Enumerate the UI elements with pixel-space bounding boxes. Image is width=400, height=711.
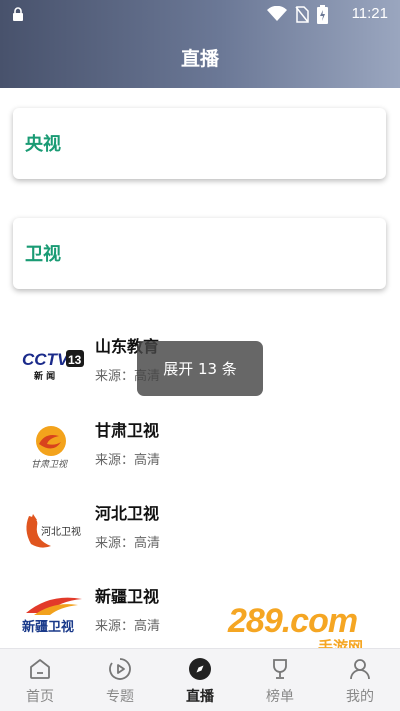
trophy-icon <box>273 659 287 679</box>
clock: 11:21 <box>351 5 388 22</box>
play-circle-icon <box>109 658 131 680</box>
channel-source: 来源：高清 <box>95 536 161 551</box>
status-bar: 11:21 <box>0 0 400 28</box>
category-label: 央视 <box>25 134 61 155</box>
tab-label: 首页 <box>26 689 54 705</box>
user-icon <box>350 659 370 680</box>
channel-item[interactable]: 甘肃卫视 甘肃卫视 来源：高清 <box>0 412 400 496</box>
bottom-tab-bar: 首页 专题 直播 榜单 我的 <box>0 648 400 711</box>
svg-text:CCTV: CCTV <box>22 350 70 369</box>
xinjiang-tv-logo: 新疆卫视 <box>20 590 86 636</box>
svg-text:新 闻: 新 闻 <box>34 370 55 382</box>
cctv13-logo: CCTV 13 新 闻 <box>20 340 86 386</box>
tab-rankings[interactable]: 榜单 <box>240 649 320 711</box>
home-icon <box>30 659 50 679</box>
page-title: 直播 <box>180 48 219 70</box>
tab-mine[interactable]: 我的 <box>320 649 400 711</box>
svg-text:河北卫视: 河北卫视 <box>41 525 81 538</box>
hebei-tv-logo: 河北卫视 <box>20 507 86 553</box>
tab-label: 榜单 <box>266 689 294 705</box>
tab-live[interactable]: 直播 <box>160 649 240 711</box>
tab-label: 直播 <box>186 689 214 705</box>
tab-topics[interactable]: 专题 <box>80 649 160 711</box>
category-card-satellite[interactable]: 卫视 <box>13 218 386 289</box>
gansu-tv-logo: 甘肃卫视 <box>20 424 86 470</box>
svg-text:13: 13 <box>68 353 82 367</box>
toast-message: 展开 13 条 <box>137 341 263 396</box>
channel-source: 来源：高清 <box>95 453 161 468</box>
svg-text:新疆卫视: 新疆卫视 <box>22 619 74 635</box>
channel-source: 来源：高清 <box>95 619 161 634</box>
app-header: 直播 <box>0 28 400 88</box>
svg-text:甘肃卫视: 甘肃卫视 <box>31 459 68 470</box>
lock-icon <box>13 7 23 21</box>
wifi-icon <box>267 6 287 21</box>
channel-item[interactable]: 河北卫视 河北卫视 来源：高清 <box>0 495 400 579</box>
channel-name: 新疆卫视 <box>95 587 160 606</box>
compass-icon <box>189 658 211 680</box>
tab-label: 我的 <box>346 689 374 705</box>
no-sim-icon <box>295 5 309 23</box>
tab-home[interactable]: 首页 <box>0 649 80 711</box>
channel-name: 甘肃卫视 <box>95 421 160 440</box>
channel-name: 河北卫视 <box>95 504 160 523</box>
battery-charging-icon <box>317 4 328 24</box>
category-card-cctv[interactable]: 央视 <box>13 108 386 179</box>
tab-label: 专题 <box>106 689 134 705</box>
category-label: 卫视 <box>25 244 61 265</box>
